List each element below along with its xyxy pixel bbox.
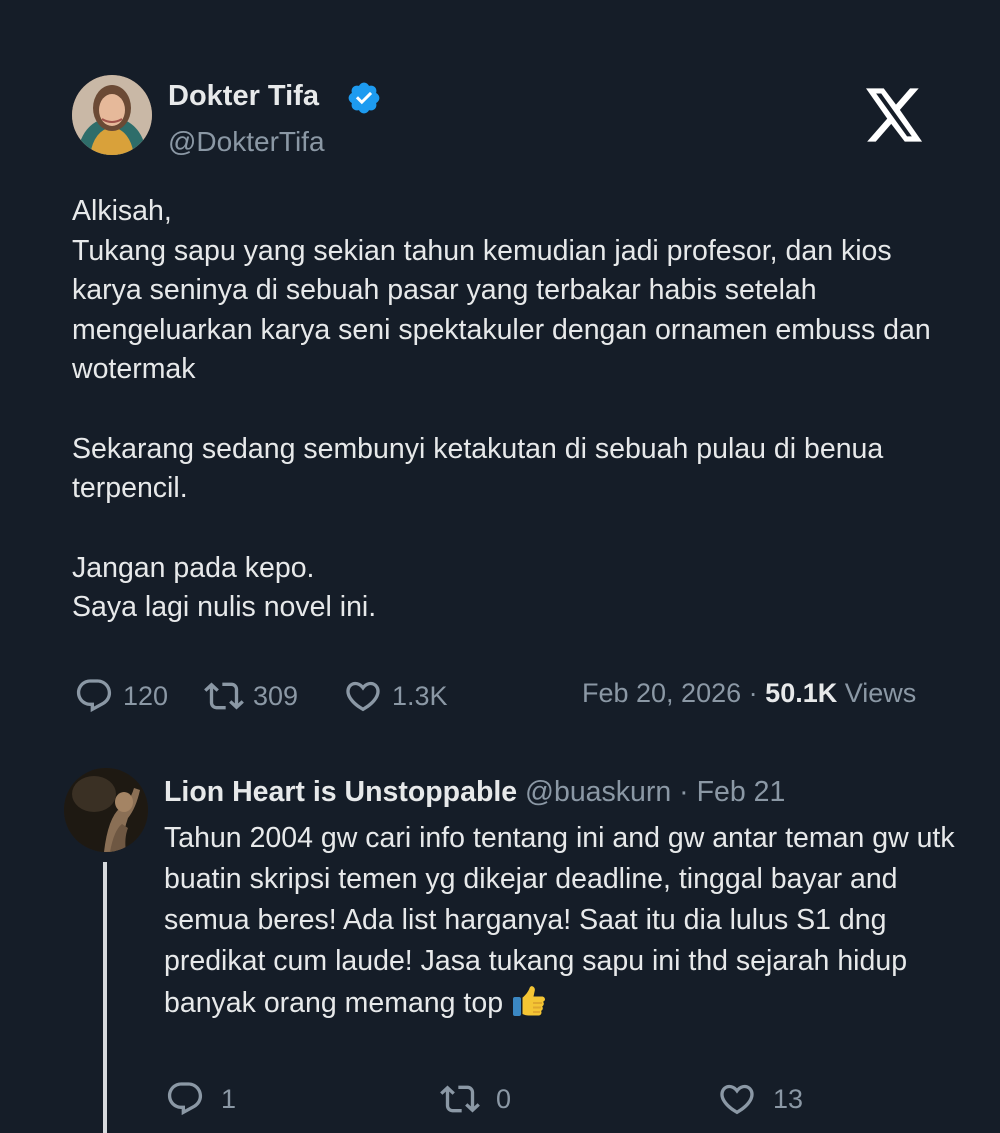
reply-meta-separator: · bbox=[679, 776, 689, 808]
verified-badge-icon bbox=[348, 82, 380, 114]
tweet-meta: Feb 20, 2026 · 50.1K Views bbox=[582, 678, 916, 709]
reply-count: 120 bbox=[123, 680, 169, 711]
reply-author-avatar[interactable] bbox=[64, 768, 148, 852]
reply-reply-button[interactable]: 1 bbox=[165, 1079, 236, 1119]
reply-reply-count: 1 bbox=[221, 1083, 237, 1114]
views-label: Views bbox=[844, 678, 917, 708]
reply-date[interactable]: Feb 21 bbox=[697, 776, 786, 808]
reply-author-name[interactable]: Lion Heart is Unstoppable bbox=[164, 776, 517, 808]
thread-line bbox=[103, 862, 107, 1133]
reply-header: Lion Heart is Unstoppable @buaskurn · Fe… bbox=[164, 776, 785, 809]
heart-icon bbox=[346, 681, 380, 712]
reply-button[interactable]: 120 bbox=[74, 676, 168, 716]
reply-author-handle[interactable]: @buaskurn bbox=[525, 776, 671, 808]
thumbs-up-icon bbox=[512, 986, 545, 1016]
retweet-button[interactable]: 309 bbox=[204, 676, 298, 716]
views-count: 50.1K bbox=[765, 678, 838, 708]
retweet-icon bbox=[204, 682, 244, 710]
tweet-paragraph: Jangan pada kepo. Saya lagi nulis novel … bbox=[72, 551, 377, 624]
reply-avatar-image bbox=[64, 768, 148, 852]
heart-icon bbox=[720, 1084, 754, 1115]
tweet-text: Alkisah, Tukang sapu yang sekian tahun k… bbox=[72, 192, 952, 628]
tweet-date[interactable]: Feb 20, 2026 bbox=[582, 678, 741, 708]
tweet-paragraph: Alkisah, Tukang sapu yang sekian tahun k… bbox=[72, 195, 931, 385]
author-display-name[interactable]: Dokter Tifa bbox=[168, 80, 319, 113]
like-count: 1.3K bbox=[392, 680, 448, 711]
author-avatar[interactable] bbox=[72, 75, 152, 155]
reply-icon bbox=[76, 679, 112, 713]
reply-icon bbox=[167, 1082, 203, 1116]
tweet-paragraph: Sekarang sedang sembunyi ketakutan di se… bbox=[72, 432, 884, 505]
reply-like-button[interactable]: 13 bbox=[717, 1079, 803, 1119]
like-button[interactable]: 1.3K bbox=[343, 676, 448, 716]
reply-retweet-count: 0 bbox=[496, 1083, 512, 1114]
meta-separator: · bbox=[748, 678, 758, 708]
reply-text-block: Tahun 2004 gw cari info tentang ini and … bbox=[164, 818, 964, 1024]
reply-like-count: 13 bbox=[773, 1083, 804, 1114]
reply-text: Tahun 2004 gw cari info tentang ini and … bbox=[164, 822, 955, 1019]
author-avatar-image bbox=[72, 75, 152, 155]
retweet-count: 309 bbox=[253, 680, 299, 711]
author-handle[interactable]: @DokterTifa bbox=[168, 126, 325, 158]
retweet-icon bbox=[440, 1085, 480, 1113]
reply-retweet-button[interactable]: 0 bbox=[440, 1079, 511, 1119]
x-logo-icon bbox=[866, 88, 923, 142]
